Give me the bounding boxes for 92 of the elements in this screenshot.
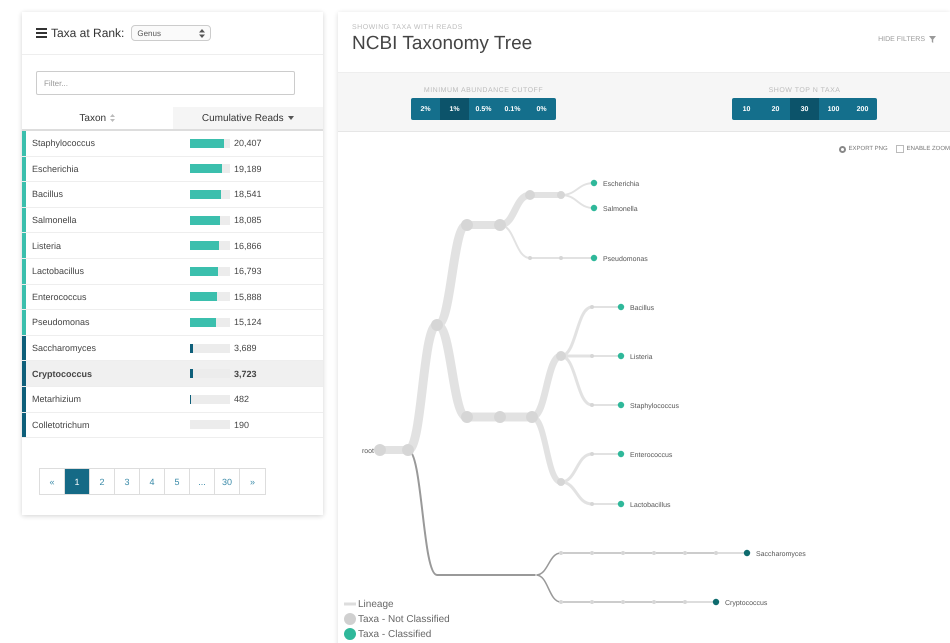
tree-node[interactable] xyxy=(374,444,386,456)
leaf-dot[interactable] xyxy=(618,402,624,408)
taxon-cell-text: Enterococcus xyxy=(31,292,88,302)
reads-cell: 19,189 xyxy=(234,164,262,174)
leaf-dot[interactable] xyxy=(618,450,624,458)
tree-node[interactable] xyxy=(590,551,594,555)
reads-cell: 15,124 xyxy=(234,317,262,328)
leaf-dot[interactable] xyxy=(618,500,624,508)
table-row[interactable]: Listeria 16,866 xyxy=(22,233,323,259)
table-row[interactable]: Metarhizium 482 xyxy=(22,386,323,413)
reads-cell: 3,723 xyxy=(234,368,257,379)
tree-node[interactable] xyxy=(590,502,594,506)
list-icon xyxy=(36,28,47,38)
reads-cell: 15,888 xyxy=(234,292,262,302)
tree-node[interactable] xyxy=(494,219,506,231)
tree-node[interactable] xyxy=(590,452,594,456)
tree-node[interactable] xyxy=(525,190,535,200)
tree-node[interactable] xyxy=(590,600,594,604)
leaf-dot[interactable] xyxy=(744,550,750,556)
tree-node[interactable] xyxy=(556,351,566,361)
tree-node[interactable] xyxy=(652,551,656,555)
taxon-cell-text: Bacillus xyxy=(31,189,64,200)
tree-node[interactable] xyxy=(431,319,443,331)
table-row[interactable]: Cryptococcus 3,723 xyxy=(22,361,323,387)
taxon-cell-text: Cryptococcus xyxy=(31,368,94,379)
reads-column-header[interactable]: Cumulative Reads xyxy=(172,107,323,129)
table-row[interactable]: Bacillus 18,541 xyxy=(22,182,323,208)
tree-node[interactable] xyxy=(683,600,687,604)
taxon-cell-text: Listeria xyxy=(31,240,62,251)
taxon-cell-text: Pseudomonas xyxy=(31,317,91,328)
leaf-dot[interactable] xyxy=(712,598,720,606)
table-row[interactable]: Salmonella 18,085 xyxy=(22,208,323,234)
table-row[interactable]: Enterococcus 15,888 xyxy=(22,284,323,310)
tree-node[interactable] xyxy=(461,411,473,423)
tree-node[interactable] xyxy=(461,219,473,231)
reads-cell: 18,541 xyxy=(234,189,262,200)
taxon-cell-text: Staphylococcus xyxy=(31,138,96,148)
table-row[interactable]: Escherichia 19,189 xyxy=(22,156,323,182)
table-row[interactable]: Pseudomonas 15,124 xyxy=(22,310,323,336)
tree-node[interactable] xyxy=(557,191,565,199)
page-button[interactable]: 1 xyxy=(65,469,90,494)
tree-node[interactable] xyxy=(590,305,594,309)
tree-node[interactable] xyxy=(621,600,625,604)
funnel-icon xyxy=(929,36,936,43)
sort-icon xyxy=(110,114,116,122)
checkbox[interactable] xyxy=(896,145,904,153)
legend-label: Taxa - Classified xyxy=(358,628,432,640)
tree-node[interactable] xyxy=(590,354,594,358)
tree-node[interactable] xyxy=(402,444,414,456)
taxon-cell-text: Salmonella xyxy=(31,215,78,226)
tree-node[interactable] xyxy=(526,411,538,423)
unclassified-node-icon xyxy=(344,613,356,625)
taxon-cell-text: Escherichia xyxy=(31,164,80,174)
classified-node-icon xyxy=(344,628,356,640)
legend-label: Lineage xyxy=(358,598,394,610)
filter-field[interactable]: Filter... xyxy=(36,71,295,95)
tree-node[interactable] xyxy=(590,403,594,407)
reads-cell: 20,407 xyxy=(234,138,262,148)
taxon-cell-text: Metarhizium xyxy=(31,394,82,404)
reads-cell: 482 xyxy=(234,394,250,404)
taxon-cell-text: Lactobacillus xyxy=(31,266,86,276)
reads-cell: 18,085 xyxy=(234,215,262,226)
tree-node[interactable] xyxy=(557,478,565,486)
tree-node[interactable] xyxy=(528,256,532,260)
leaf-dot[interactable] xyxy=(590,254,598,262)
reads-cell: 190 xyxy=(234,420,250,430)
leaf-dot[interactable] xyxy=(590,204,598,212)
tree-node[interactable] xyxy=(494,411,506,423)
leaf-dot[interactable] xyxy=(618,352,624,360)
taxon-cell-text: Saccharomyces xyxy=(31,343,98,354)
table-row[interactable]: Colletotrichum 190 xyxy=(22,412,323,438)
panel-title: NCBI Taxonomy Tree xyxy=(352,33,532,55)
rank-dropdown[interactable]: Genus xyxy=(131,25,212,41)
tree-node[interactable] xyxy=(683,551,687,555)
tree-node[interactable] xyxy=(714,551,718,555)
reads-cell: 16,793 xyxy=(234,266,262,276)
reads-cell: 16,866 xyxy=(234,240,262,251)
tree-node[interactable] xyxy=(559,600,563,604)
taxon-cell-text: Colletotrichum xyxy=(31,420,91,430)
reads-cell: 3,689 xyxy=(234,343,257,354)
leaf-dot[interactable] xyxy=(590,180,598,186)
caret-icon xyxy=(288,116,294,120)
tree-node[interactable] xyxy=(652,600,656,604)
tree-node[interactable] xyxy=(559,551,563,555)
tree-node[interactable] xyxy=(559,256,563,260)
leaf-dot[interactable] xyxy=(618,304,624,310)
updown-icon xyxy=(199,28,206,38)
rank-label: Taxa at Rank: xyxy=(51,26,124,40)
table-row[interactable]: Staphylococcus 20,407 xyxy=(22,131,323,157)
table-row[interactable]: Lactobacillus 16,793 xyxy=(22,258,323,285)
tree-node[interactable] xyxy=(621,551,625,555)
legend-label: Taxa - Not Classified xyxy=(358,614,450,624)
